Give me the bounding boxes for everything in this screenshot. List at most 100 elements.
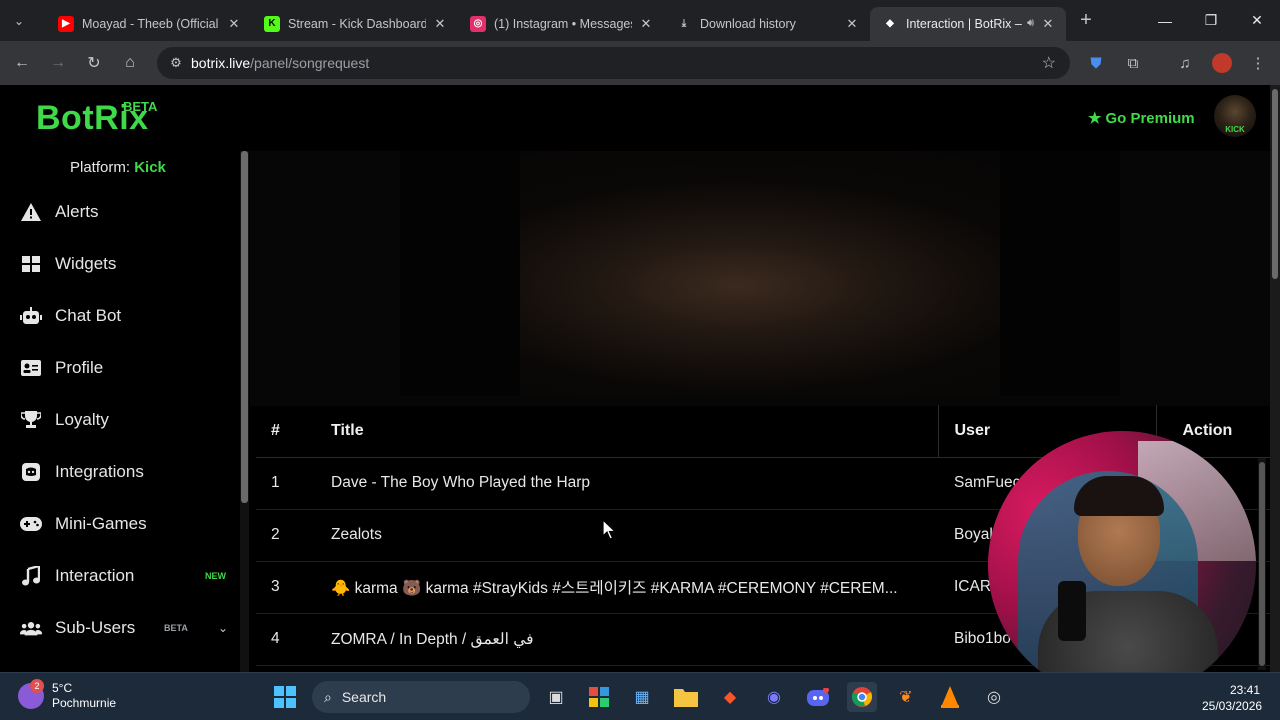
app-circle-icon[interactable]: ◉ <box>759 682 789 712</box>
chevron-down-icon[interactable]: ⌄ <box>218 621 228 635</box>
extensions-icon[interactable]: ⧉ <box>1117 47 1149 79</box>
clock-time: 23:41 <box>1229 683 1260 697</box>
download-icon: ⤓ <box>681 18 687 29</box>
sidebar-item-label: Profile <box>55 358 104 377</box>
fl-studio-icon[interactable]: ❦ <box>891 682 921 712</box>
sidebar-item-mini-games[interactable]: Mini-Games <box>20 513 232 535</box>
store-icon[interactable]: ▦ <box>627 682 657 712</box>
close-icon[interactable]: ✕ <box>638 16 654 32</box>
close-icon[interactable]: ✕ <box>226 16 242 32</box>
sidebar-item-chat-bot[interactable]: Chat Bot <box>20 305 232 327</box>
widgets-app-icon[interactable] <box>584 682 614 712</box>
profile-avatar-icon[interactable] <box>1206 47 1238 79</box>
sidebar-item-alerts[interactable]: Alerts <box>20 201 232 223</box>
platform-value: Kick <box>134 159 166 176</box>
platform-label: Platform: <box>70 159 131 176</box>
back-button[interactable]: ← <box>4 45 40 81</box>
discord-app-icon[interactable] <box>803 682 833 712</box>
taskbar-search[interactable]: ⌕ Search <box>312 681 530 713</box>
vlc-icon[interactable] <box>935 682 965 712</box>
sidebar-item-profile[interactable]: Profile <box>20 357 232 379</box>
minimize-button[interactable]: — <box>1142 0 1188 41</box>
close-icon[interactable]: ✕ <box>1040 16 1056 32</box>
tab-title: Download history <box>700 16 796 31</box>
task-view-icon[interactable]: ▣ <box>541 682 571 712</box>
column-header-number: # <box>256 405 331 458</box>
tab-youtube[interactable]: ▶ Moayad - Theeb (Official ✕ <box>46 7 252 41</box>
sidebar-item-label: Integrations <box>55 462 144 481</box>
tab-title: (1) Instagram • Messages <box>494 16 632 31</box>
speaker-icon[interactable]: 🔊︎ <box>1027 17 1034 30</box>
tab-title: Moayad - Theeb (Official <box>82 16 219 31</box>
instagram-icon: ◎ <box>470 15 486 32</box>
window-controls: — ❐ ✕ <box>1142 0 1280 41</box>
kick-icon: K <box>264 15 280 32</box>
tab-instagram[interactable]: ◎ (1) Instagram • Messages ✕ <box>458 7 664 41</box>
windows-start-icon[interactable] <box>270 682 300 712</box>
star-icon: ★ <box>1088 110 1102 127</box>
close-icon[interactable]: ✕ <box>432 16 448 32</box>
page-scrollbar[interactable] <box>1270 85 1280 672</box>
sidebar-item-label: Mini-Games <box>55 514 147 533</box>
forward-button[interactable]: → <box>40 45 76 81</box>
search-placeholder: Search <box>341 689 387 705</box>
sidebar-item-integrations[interactable]: Integrations <box>20 461 232 483</box>
close-window-button[interactable]: ✕ <box>1234 0 1280 41</box>
sidebar-item-interaction[interactable]: Interaction NEW <box>20 565 232 587</box>
chrome-icon[interactable] <box>847 682 877 712</box>
trophy-icon <box>20 409 42 431</box>
new-badge: NEW <box>205 571 226 581</box>
restore-button[interactable]: ❐ <box>1188 0 1234 41</box>
file-explorer-icon[interactable] <box>671 682 701 712</box>
address-bar[interactable]: ⚙ botrix.live/panel/songrequest ☆ <box>157 47 1070 79</box>
users-icon <box>20 617 42 639</box>
row-title: 🐥 karma 🐻 karma #StrayKids #스트레이키즈 #KARM… <box>331 561 938 614</box>
site-header: BotRix BETA ★ Go Premium KICK <box>0 85 1270 151</box>
video-player[interactable] <box>250 151 1270 406</box>
sidebar-item-loyalty[interactable]: Loyalty <box>20 409 232 431</box>
tab-botrix-interaction[interactable]: ◆ Interaction | BotRix – 🔊︎ ✕ <box>870 6 1066 41</box>
sidebar-item-widgets[interactable]: Widgets <box>20 253 232 275</box>
brave-icon[interactable]: ◆ <box>715 682 745 712</box>
row-title: Zealots <box>331 509 938 562</box>
close-icon[interactable]: ✕ <box>844 16 860 32</box>
video-letterbox-right <box>1000 151 1120 396</box>
home-button[interactable]: ⌂ <box>112 45 148 81</box>
scrollbar-thumb[interactable] <box>1259 462 1265 666</box>
tab-search-button[interactable]: ⌄ <box>6 8 32 34</box>
scrollbar-thumb[interactable] <box>1272 89 1278 279</box>
scrollbar-thumb[interactable] <box>241 151 248 503</box>
windows-taskbar: 2 5°C Pochmurnie ⌕ Search ▣ ▦ ◆ ◉ ❦ ◎ 23… <box>0 672 1280 720</box>
browser-menu-icon[interactable]: ⋮ <box>1242 47 1274 79</box>
beta-badge: BETA <box>164 623 188 633</box>
youtube-icon: ▶ <box>58 15 74 32</box>
go-premium-button[interactable]: ★ Go Premium <box>1088 109 1195 128</box>
media-control-icon[interactable]: ♫ <box>1169 47 1201 79</box>
site-info-icon[interactable]: ⚙ <box>161 55 191 71</box>
webcam-microphone <box>1058 581 1086 641</box>
sidebar-item-label: Alerts <box>55 202 99 221</box>
new-tab-button[interactable]: + <box>1072 9 1100 32</box>
widgets-icon <box>20 253 42 275</box>
weather-widget[interactable]: 2 5°C Pochmurnie <box>18 679 117 711</box>
webcam-person-hair <box>1074 476 1164 516</box>
taskbar-clock[interactable]: 23:41 25/03/2026 <box>1202 682 1262 714</box>
sidebar-scrollbar[interactable] <box>240 151 249 672</box>
sidebar-item-sub-users[interactable]: Sub-Users BETA ⌄ <box>20 617 232 639</box>
bitwarden-extension-icon[interactable]: ⛊ <box>1080 47 1112 79</box>
tab-download-history[interactable]: ⤓ Download history ✕ <box>664 7 870 41</box>
music-icon <box>20 565 42 587</box>
user-avatar[interactable]: KICK <box>1214 95 1256 137</box>
warning-icon <box>20 201 42 223</box>
table-scrollbar[interactable] <box>1258 458 1266 670</box>
row-title: Dave - The Boy Who Played the Harp <box>331 457 938 510</box>
obs-icon[interactable]: ◎ <box>979 682 1009 712</box>
botrix-icon: ◆ <box>886 18 894 29</box>
browser-toolbar: ← → ↻ ⌂ ⚙ botrix.live/panel/songrequest … <box>0 41 1280 85</box>
weather-location: Pochmurnie <box>52 696 117 710</box>
bookmark-star-icon[interactable]: ☆ <box>1042 53 1056 73</box>
sidebar-item-label: Interaction <box>55 566 135 585</box>
tab-kick-dashboard[interactable]: K Stream - Kick Dashboard ✕ <box>252 7 458 41</box>
beta-label: BETA <box>123 99 158 114</box>
reload-button[interactable]: ↻ <box>76 45 112 81</box>
